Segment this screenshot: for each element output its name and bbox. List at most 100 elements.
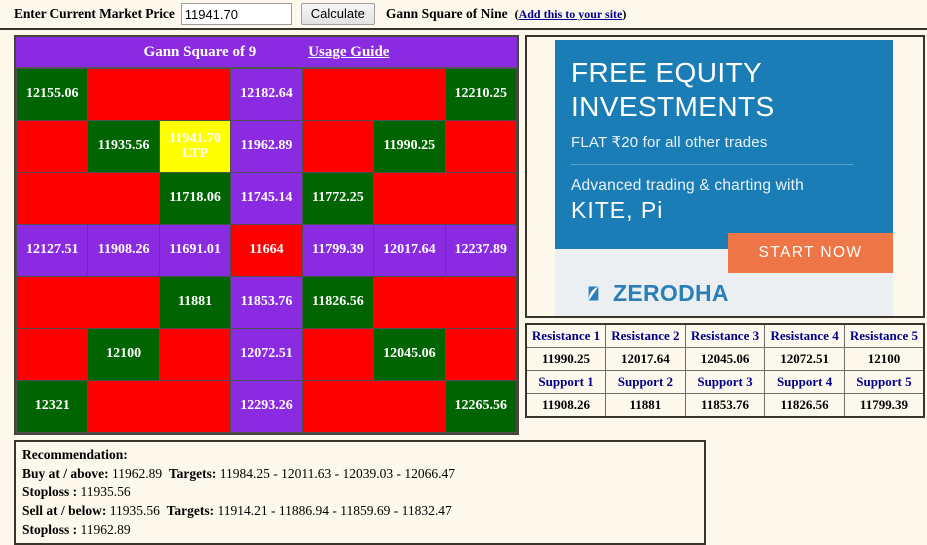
buy-label: Buy at / above: <box>22 465 109 481</box>
resistance-value-cell: 12100 <box>843 347 925 371</box>
gann-grid: 12155.06 12182.64 12210.25 11935.56 11941.70… <box>15 68 518 433</box>
gann-cell: 12072.51 <box>230 328 303 381</box>
support-header-row: Support 1 Support 2 Support 3 Support 4 Supp… <box>525 370 925 394</box>
resistance-header-cell: Resistance 1 <box>525 323 607 348</box>
support-value-cell: 11881 <box>605 393 686 418</box>
gann-cell: 12045.06 <box>373 328 446 381</box>
zerodha-logo-icon <box>588 286 599 301</box>
resistance-value-cell: 11990.25 <box>525 347 607 371</box>
gann-cell-empty <box>15 172 89 225</box>
gann-ltp-label: LTP <box>182 145 209 161</box>
gann-cell-empty <box>444 120 518 173</box>
main-content: Gann Square of 9 Usage Guide 12155.06 121… <box>0 30 927 435</box>
ad-inner: FREE EQUITY INVESTMENTS FLAT ₹20 for all… <box>555 40 893 316</box>
support-value-cell: 11826.56 <box>764 393 845 418</box>
support-header-cell: Support 3 <box>684 370 766 394</box>
sell-label: Sell at / below: <box>22 502 107 518</box>
gann-row: 11881 11853.76 11826.56 <box>15 276 518 329</box>
gann-cell-empty <box>301 68 375 121</box>
resistance-header-cell: Resistance 5 <box>843 323 925 348</box>
gann-cell-empty <box>158 380 232 433</box>
gann-cell: 12182.64 <box>230 68 303 121</box>
gann-cell: 12237.89 <box>444 224 518 277</box>
gann-cell: 12017.64 <box>373 224 446 277</box>
gann-square-panel: Gann Square of 9 Usage Guide 12155.06 121… <box>14 35 519 435</box>
advertisement-banner[interactable]: FREE EQUITY INVESTMENTS FLAT ₹20 for all… <box>525 35 925 318</box>
sell-stoploss-label: Stoploss : <box>22 521 78 537</box>
gann-cell: 11881 <box>158 276 232 329</box>
support-header-cell: Support 2 <box>605 370 686 394</box>
gann-cell: 11908.26 <box>87 224 160 277</box>
gann-cell-empty <box>15 120 89 173</box>
buy-line: Buy at / above: 11962.89 Targets: 11984.… <box>22 465 704 484</box>
buy-value: 11962.89 <box>112 465 163 481</box>
gann-cell: 11664 <box>230 224 303 277</box>
resistance-value-cell: 12072.51 <box>764 347 845 371</box>
gann-cell: 12293.26 <box>230 380 303 433</box>
gann-cell: 11718.06 <box>158 172 232 225</box>
gann-cell: 11853.76 <box>230 276 303 329</box>
ad-products: KITE, Pi <box>571 197 664 224</box>
ad-headline-line2: INVESTMENTS <box>571 91 775 123</box>
gann-cell-empty <box>301 120 375 173</box>
gann-cell: 11772.25 <box>301 172 375 225</box>
gann-cell-empty <box>444 172 518 225</box>
usage-guide-link[interactable]: Usage Guide <box>308 44 389 61</box>
sell-stoploss-line: Stoploss : 11962.89 <box>22 521 704 540</box>
resistance-header-cell: Resistance 3 <box>684 323 766 348</box>
gann-cell: 12265.56 <box>444 380 518 433</box>
gann-cell-empty <box>158 328 232 381</box>
gann-ltp-value: 11941.70 <box>169 130 221 146</box>
gann-cell-empty <box>373 68 446 121</box>
gann-cell-empty <box>87 380 160 433</box>
recommendation-box: Recommendation: Buy at / above: 11962.89… <box>14 440 706 545</box>
ad-headline-line1: FREE EQUITY <box>571 57 763 88</box>
gann-cell: 11990.25 <box>373 120 446 173</box>
resistance-value-row: 11990.25 12017.64 12045.06 12072.51 12100 <box>525 347 925 371</box>
support-header-cell: Support 5 <box>843 370 925 394</box>
gann-cell-empty <box>373 380 446 433</box>
start-now-button[interactable]: START NOW <box>728 233 893 273</box>
support-header-cell: Support 4 <box>764 370 845 394</box>
gann-cell: 12321 <box>15 380 89 433</box>
buy-targets: 11984.25 - 12011.63 - 12039.03 - 12066.4… <box>219 465 456 481</box>
resistance-header-row: Resistance 1 Resistance 2 Resistance 3 Resi… <box>525 323 925 348</box>
sell-targets: 11914.21 - 11886.94 - 11859.69 - 11832.4… <box>217 502 452 518</box>
market-price-label: Enter Current Market Price <box>14 6 175 21</box>
market-price-input[interactable] <box>180 3 292 25</box>
gann-row: 12127.51 11908.26 11691.01 11664 11799.39 120… <box>15 224 518 277</box>
calculate-button[interactable]: Calculate <box>300 3 375 25</box>
add-to-site-link[interactable]: (Add this to your site) <box>515 7 627 22</box>
recommendation-title-text: Recommendation: <box>22 447 128 462</box>
gann-cell: 11799.39 <box>301 224 375 277</box>
support-header-cell: Support 1 <box>525 370 607 394</box>
zerodha-brand: ZERODHA <box>587 280 729 307</box>
gann-cell: 12155.06 <box>15 68 89 121</box>
gann-cell-empty <box>158 68 232 121</box>
gann-cell-empty <box>87 68 160 121</box>
paren-close: ) <box>622 6 627 21</box>
gann-cell-empty <box>444 328 518 381</box>
ad-subline: FLAT ₹20 for all other trades <box>571 134 768 152</box>
page-title: Gann Square of Nine <box>385 6 508 21</box>
gann-cell-empty <box>373 276 446 329</box>
ad-subline-2: Advanced trading & charting with <box>571 177 805 195</box>
gann-cell: 11691.01 <box>158 224 232 277</box>
recommendation-title: Recommendation: <box>22 446 704 465</box>
resistance-header-cell: Resistance 2 <box>605 323 686 348</box>
ad-blue-panel: FREE EQUITY INVESTMENTS FLAT ₹20 for all… <box>555 40 893 249</box>
toolbar: Enter Current Market Price Calculate Gan… <box>0 0 927 30</box>
gann-cell-empty <box>444 276 518 329</box>
gann-header-title: Gann Square of 9 <box>143 43 257 60</box>
add-to-site-anchor[interactable]: Add this to your site <box>519 7 623 21</box>
gann-cell-empty <box>15 276 89 329</box>
gann-row: 11935.56 11941.70 LTP 11962.89 11990.25 <box>15 120 518 173</box>
sell-targets-label: Targets: <box>166 502 215 518</box>
gann-row: 12155.06 12182.64 12210.25 <box>15 68 518 121</box>
support-value-cell: 11908.26 <box>525 393 607 418</box>
gann-row: 12100 12072.51 12045.06 <box>15 328 518 381</box>
gann-cell-empty <box>373 172 446 225</box>
gann-cell: 11826.56 <box>301 276 375 329</box>
buy-targets-label: Targets: <box>168 465 217 481</box>
buy-stoploss-value: 11935.56 <box>80 484 131 500</box>
